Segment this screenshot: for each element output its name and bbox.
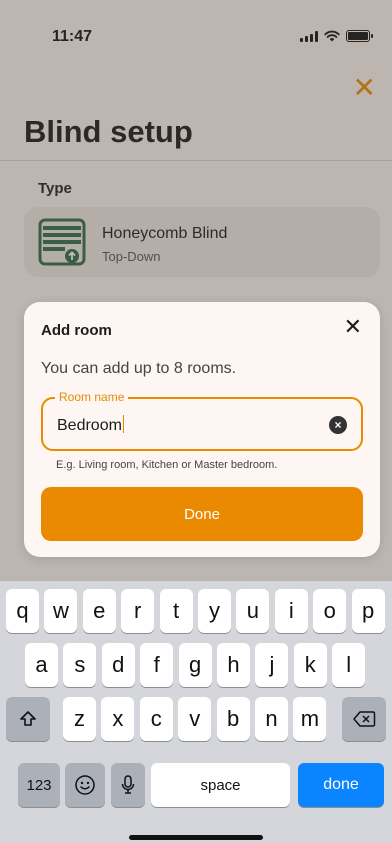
- home-indicator: [129, 835, 263, 840]
- done-button[interactable]: Done: [41, 487, 363, 541]
- backspace-icon: [353, 711, 376, 727]
- key-e[interactable]: e: [82, 589, 116, 633]
- key-g[interactable]: g: [178, 643, 212, 687]
- keyboard: qwertyuiop asdfghjkl zxcvbnm 123 space d…: [0, 581, 392, 843]
- close-icon[interactable]: ✕: [344, 316, 362, 338]
- key-x[interactable]: x: [101, 697, 135, 741]
- key-b[interactable]: b: [216, 697, 250, 741]
- keyboard-row-2: asdfghjkl: [0, 643, 392, 687]
- key-q[interactable]: q: [6, 589, 39, 633]
- key-o[interactable]: o: [313, 589, 347, 633]
- key-v[interactable]: v: [178, 697, 212, 741]
- dialog-title: Add room: [41, 322, 112, 339]
- room-name-input[interactable]: Bedroom: [57, 415, 125, 435]
- key-p[interactable]: p: [351, 589, 385, 633]
- numbers-key[interactable]: 123: [18, 763, 60, 807]
- key-c[interactable]: c: [139, 697, 173, 741]
- space-key[interactable]: space: [151, 763, 290, 807]
- microphone-icon: [121, 775, 135, 794]
- key-f[interactable]: f: [140, 643, 174, 687]
- shift-key[interactable]: [6, 697, 50, 741]
- emoji-icon: [75, 775, 95, 795]
- dialog-description: You can add up to 8 rooms.: [41, 360, 237, 377]
- key-h[interactable]: h: [217, 643, 250, 687]
- key-y[interactable]: y: [198, 589, 231, 633]
- key-d[interactable]: d: [101, 643, 135, 687]
- key-a[interactable]: a: [25, 643, 58, 687]
- key-m[interactable]: m: [293, 697, 327, 741]
- key-l[interactable]: l: [332, 643, 366, 687]
- keyboard-done-key[interactable]: done: [298, 763, 384, 807]
- room-name-hint: E.g. Living room, Kitchen or Master bedr…: [56, 459, 278, 471]
- room-name-field[interactable]: Room name Bedroom ×: [41, 390, 363, 451]
- key-t[interactable]: t: [159, 589, 193, 633]
- key-s[interactable]: s: [63, 643, 97, 687]
- add-room-dialog: Add room ✕ You can add up to 8 rooms. Ro…: [24, 302, 380, 557]
- keyboard-row-4: 123 space done: [0, 763, 392, 807]
- key-z[interactable]: z: [63, 697, 96, 741]
- key-u[interactable]: u: [236, 589, 270, 633]
- text-caret: [122, 415, 125, 433]
- room-name-label: Room name: [55, 390, 129, 404]
- key-k[interactable]: k: [293, 643, 327, 687]
- shift-icon: [20, 711, 36, 726]
- keyboard-row-1: qwertyuiop: [0, 589, 392, 633]
- keyboard-row-3: zxcvbnm: [0, 697, 392, 741]
- key-n[interactable]: n: [255, 697, 288, 741]
- key-j[interactable]: j: [255, 643, 289, 687]
- key-r[interactable]: r: [121, 589, 155, 633]
- backspace-key[interactable]: [342, 697, 386, 741]
- dictation-key[interactable]: [111, 763, 145, 807]
- key-i[interactable]: i: [274, 589, 308, 633]
- key-w[interactable]: w: [44, 589, 78, 633]
- emoji-key[interactable]: [65, 763, 105, 807]
- clear-icon[interactable]: ×: [329, 416, 347, 434]
